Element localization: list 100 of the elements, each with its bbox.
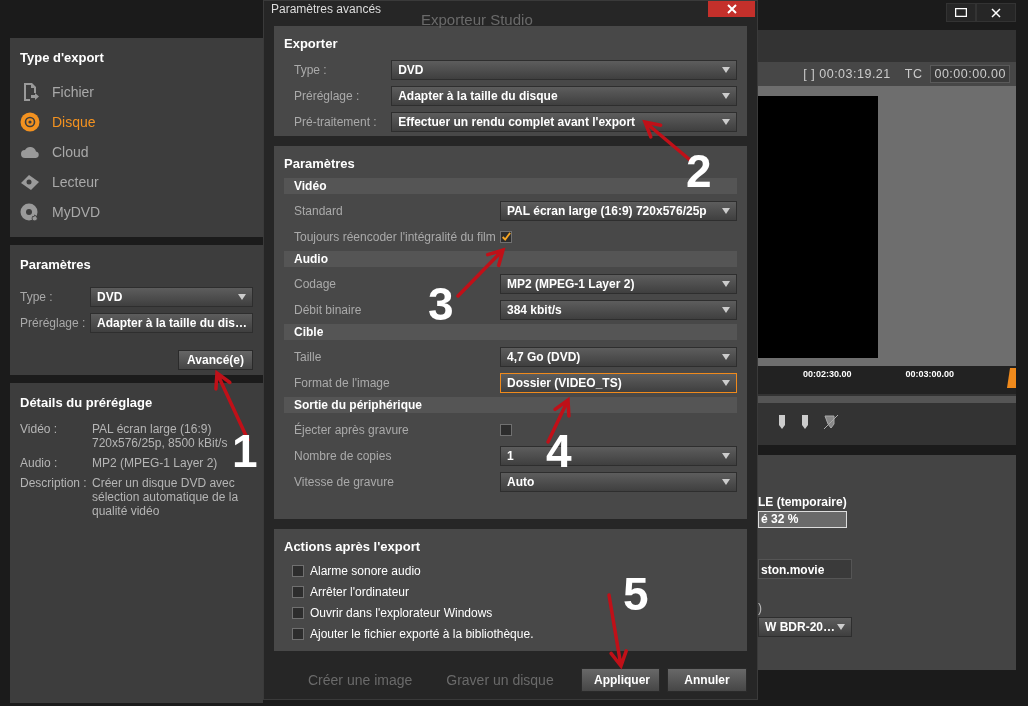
dialog-button[interactable]: Appliquer <box>581 668 660 693</box>
caret-icon <box>722 118 730 125</box>
annotation-number: 3 <box>428 283 454 325</box>
annotation-number: 1 <box>232 430 258 472</box>
dropdown[interactable]: Dossier (VIDEO_TS) <box>500 372 737 393</box>
dropdown[interactable]: PAL écran large (16:9) 720x576/25p <box>500 200 737 221</box>
section-title: Actions après l'export <box>284 539 422 555</box>
field-label: Préréglage : <box>294 88 361 103</box>
tc-label: TC <box>904 66 923 81</box>
disc-flame-icon <box>20 202 40 222</box>
export-type-item[interactable]: Lecteur <box>20 167 253 197</box>
dropdown[interactable]: Adapter à la taille du dis… <box>90 313 253 333</box>
caret-icon <box>722 207 730 214</box>
group-header: Sortie du périphérique <box>284 396 737 413</box>
field-label: Pré-traitement : <box>294 114 378 129</box>
export-type-item[interactable]: Fichier <box>20 77 253 107</box>
field-label: Vitesse de gravure <box>294 474 395 489</box>
disc-icon <box>20 112 40 132</box>
annotation-number: 5 <box>623 573 649 615</box>
section-title: Exporter <box>284 35 339 51</box>
clear-markers-icon[interactable] <box>824 415 838 430</box>
field-label: Toujours réencoder l'intégralité du film <box>294 229 496 244</box>
checkbox[interactable] <box>292 606 304 619</box>
drive-icon <box>20 172 40 192</box>
close-icon <box>726 4 737 14</box>
window-title: Exporteur Studio <box>421 11 533 28</box>
detail-label: Vidéo : <box>20 422 59 438</box>
field-label: Débit binaire <box>294 302 363 317</box>
field-label: Standard <box>294 203 344 218</box>
dropdown[interactable]: DVD <box>90 287 253 307</box>
checkbox[interactable] <box>292 627 304 640</box>
detail-value: MP2 (MPEG-1 Layer 2) <box>92 456 219 470</box>
field-label: Type : <box>294 62 328 77</box>
caret-icon <box>722 452 730 459</box>
device-dropdown[interactable]: W BDR-20… <box>758 617 852 637</box>
dropdown[interactable]: Adapter à la taille du disque <box>391 85 737 106</box>
caret-icon <box>722 280 730 287</box>
dropdown[interactable]: Effectuer un rendu complet avant l'export <box>391 111 737 132</box>
timecode-field[interactable]: 00:00:00.00 <box>930 64 1010 83</box>
caret-icon <box>722 478 730 485</box>
field-label: Format de l'image <box>294 375 391 390</box>
option-label: Ajouter le fichier exporté à la bibliothèque. <box>310 626 534 641</box>
disc-label: LE (temporaire) <box>758 495 848 509</box>
timeline-label: 00:03:00.00 <box>905 368 955 381</box>
dropdown[interactable]: MP2 (MPEG-1 Layer 2) <box>500 273 737 294</box>
close-icon <box>991 7 1001 18</box>
panel-title: Paramètres <box>20 257 92 272</box>
device-label: ) <box>758 601 763 615</box>
caret-icon <box>722 379 730 386</box>
checkbox[interactable] <box>499 230 512 243</box>
export-type-item[interactable]: Disque <box>20 107 253 137</box>
dropdown[interactable]: 384 kbit/s <box>500 299 737 320</box>
maximize-button[interactable] <box>946 3 976 22</box>
checkbox[interactable] <box>292 585 304 598</box>
filename-field[interactable]: ston.movie <box>758 559 852 579</box>
arrow <box>456 247 506 298</box>
option-label: Alarme sonore audio <box>310 563 421 578</box>
playhead-icon <box>1007 367 1016 388</box>
caret-icon <box>722 353 730 360</box>
option-label: Ouvrir dans l'explorateur Windows <box>310 605 493 620</box>
scrollbar[interactable] <box>758 395 1016 404</box>
dropdown[interactable]: 4,7 Go (DVD) <box>500 346 737 367</box>
caret-icon <box>722 306 730 313</box>
detail-label: Audio : <box>20 456 59 470</box>
option-label: Arrêter l'ordinateur <box>310 584 409 599</box>
detail-value: PAL écran large (16:9) 720x576/25p, 8500 kBit/s <box>92 422 229 450</box>
field-label: Préréglage : <box>20 316 87 330</box>
usage-bar: é 32 % <box>758 511 847 528</box>
field-label: Taille <box>294 349 323 364</box>
dropdown[interactable]: Auto <box>500 471 737 492</box>
background-action: Graver un disque <box>446 672 554 689</box>
detail-label: Description : <box>20 476 88 492</box>
dialog-button[interactable]: Annuler <box>667 668 747 693</box>
dropdown[interactable]: DVD <box>391 59 737 80</box>
group-header: Cible <box>284 323 737 340</box>
field-label: Nombre de copies <box>294 448 393 463</box>
caret-icon <box>722 92 730 99</box>
checkbox[interactable] <box>292 564 304 577</box>
advanced-button[interactable]: Avancé(e) <box>178 350 253 370</box>
field-label: Type : <box>20 290 54 304</box>
dialog-title: Paramètres avancés <box>271 1 382 16</box>
field-label: Éjecter après gravure <box>294 422 410 437</box>
export-type-item[interactable]: MyDVD <box>20 197 253 227</box>
close-button[interactable] <box>976 3 1016 22</box>
panel-title: Détails du préréglage <box>20 395 154 410</box>
caret-icon <box>837 624 845 630</box>
duration: [ ] 00:03:19.21 <box>803 66 891 81</box>
panel-title: Type d'export <box>20 50 105 65</box>
background-action: Créer une image <box>308 672 413 689</box>
timeline[interactable]: 00:02:30.00 00:03:00.00 <box>758 365 1016 394</box>
group-header: Audio <box>284 250 737 267</box>
marker-icon[interactable] <box>801 415 809 430</box>
close-button[interactable] <box>708 1 755 17</box>
export-type-item[interactable]: Cloud <box>20 137 253 167</box>
checkbox[interactable] <box>500 423 512 436</box>
caret-icon <box>238 294 246 300</box>
marker-icon[interactable] <box>778 415 786 430</box>
caret-icon <box>722 66 730 73</box>
detail-value: Créer un disque DVD avec sélection automatique de la qualité vidéo <box>92 476 240 518</box>
field-label: Codage <box>294 276 338 291</box>
